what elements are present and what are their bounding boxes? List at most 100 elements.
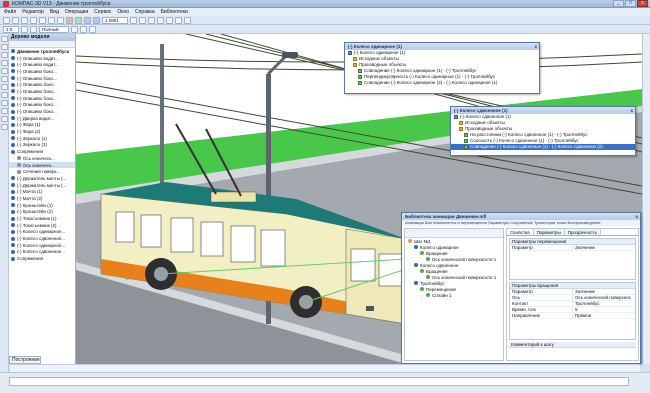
model-tree-item[interactable]: (-) Зеркало (2)	[9, 142, 75, 149]
tab-transparency[interactable]: Прозрачность	[564, 229, 601, 235]
tree-node-icon	[414, 263, 418, 267]
animation-tree-item[interactable]: Сплайн 1	[405, 292, 503, 298]
model-tree-item-label: Ось коническ...	[23, 155, 55, 161]
model-tree-item[interactable]: (-) Держатель мачты (...	[9, 182, 75, 189]
print-icon[interactable]	[30, 16, 37, 24]
tool-measure-icon[interactable]	[0, 52, 8, 58]
copy-icon[interactable]	[48, 16, 55, 24]
rotate-icon[interactable]	[130, 16, 137, 24]
menu-operations[interactable]: Операции	[65, 9, 88, 15]
redo-icon[interactable]	[75, 16, 82, 24]
tool-cable-icon[interactable]	[0, 124, 8, 130]
menu-help[interactable]: Справка	[135, 9, 155, 15]
menu-view[interactable]: Вид	[50, 9, 59, 15]
model-tree-item[interactable]: (-) Фара (2)	[9, 128, 75, 135]
tool-surface-icon[interactable]	[0, 100, 8, 106]
undo-icon[interactable]	[66, 16, 73, 24]
model-tree-item[interactable]: (-) Дверка водит...	[9, 115, 75, 122]
close-icon[interactable]: x	[635, 213, 638, 220]
model-tree-item[interactable]: (-) Токосъемник (2)	[9, 222, 75, 229]
menu-service[interactable]: Сервис	[94, 9, 111, 15]
model-tree-item[interactable]: (-) Опишиво боко...	[9, 108, 75, 115]
model-tree-item[interactable]: (-) Колесо одинарное...	[9, 229, 75, 236]
tool-spec-icon[interactable]	[0, 68, 8, 74]
model-tree-item[interactable]: Ось коническ...	[9, 155, 75, 162]
save-icon[interactable]	[21, 16, 28, 24]
model-tree-item[interactable]: (-) Кронштейн (2)	[9, 209, 75, 216]
filter-icon[interactable]	[184, 16, 191, 24]
model-tree-item[interactable]: (-) Опишиво водит...	[9, 61, 75, 68]
component-icon	[11, 209, 15, 214]
model-tree-item[interactable]: (-) Опишиво водит...	[9, 55, 75, 62]
filter-select-icon[interactable]	[80, 25, 87, 33]
scale-combo[interactable]: 1:0	[3, 25, 19, 33]
tool-macro-icon[interactable]	[0, 92, 8, 98]
zoom-field[interactable]: 1.0801	[102, 16, 128, 24]
tool-mates-icon[interactable]	[0, 60, 8, 66]
zoom-in-icon[interactable]	[84, 16, 91, 24]
tab-construction[interactable]: Построение	[9, 356, 41, 364]
tool-geometry-icon[interactable]	[0, 36, 8, 42]
model-tree-item[interactable]: (-) Мачта (1)	[9, 188, 75, 195]
model-tree-item[interactable]: (-) Опишиво боко...	[9, 95, 75, 102]
menu-window[interactable]: Окно	[117, 9, 129, 15]
menu-editor[interactable]: Редактор	[22, 9, 44, 15]
orient-icon[interactable]	[148, 16, 155, 24]
cut-icon[interactable]	[39, 16, 46, 24]
tool-filter-icon[interactable]	[0, 84, 8, 90]
model-tree-item[interactable]: (-) Колесо сдвоенное...	[9, 235, 75, 242]
mate-icon	[358, 81, 362, 85]
close-icon[interactable]: x	[534, 43, 537, 50]
menu-libraries[interactable]: Библиотеки	[161, 9, 188, 15]
pan-icon[interactable]	[139, 16, 146, 24]
layer-combo[interactable]: Полный	[39, 25, 69, 33]
model-tree-item[interactable]: (-) Опишиво боко...	[9, 75, 75, 82]
minimize-button[interactable]: _	[613, 0, 624, 7]
model-tree-root[interactable]: Движение троллейбуса	[9, 48, 75, 55]
maximize-button[interactable]: □	[625, 0, 636, 7]
model-tree-item[interactable]: Ось коническ...	[9, 161, 75, 169]
new-icon[interactable]	[3, 16, 10, 24]
model-tree-item[interactable]: (-) Опишиво боко...	[9, 102, 75, 109]
close-icon[interactable]: x	[630, 107, 633, 114]
relation-item[interactable]: Совпадение (-) Колесо сдвоенное (1) - (-…	[451, 144, 635, 150]
viewport-scrollbar[interactable]	[642, 34, 650, 364]
tool-edit-icon[interactable]	[0, 44, 8, 50]
model-tree-item[interactable]: Сопряжения	[9, 148, 75, 155]
model-tree-item[interactable]: Сечение поверх...	[9, 168, 75, 175]
paste-icon[interactable]	[57, 16, 64, 24]
open-icon[interactable]	[12, 16, 19, 24]
model-tree-item[interactable]: (-) Фара (1)	[9, 122, 75, 129]
dropdown-icon[interactable]	[71, 25, 78, 33]
model-tree-item[interactable]: (-) Колесо одинарное...	[9, 242, 75, 249]
tab-parameters[interactable]: Параметры	[533, 229, 565, 235]
model-tree-item[interactable]: Сопряжения	[9, 255, 75, 262]
model-tree-item[interactable]: (-) Держатель мачты (...	[9, 175, 75, 182]
close-button[interactable]: x	[637, 0, 648, 7]
component-icon	[11, 196, 15, 201]
grid-icon[interactable]	[30, 25, 37, 33]
component-icon	[11, 149, 15, 154]
table-row[interactable]: Направление Прямое	[510, 313, 635, 319]
model-tree-item[interactable]: (-) Колесо сдвоенное...	[9, 249, 75, 256]
menu-file[interactable]: Файл	[4, 9, 16, 15]
model-tree-item[interactable]: (-) Мачта (2)	[9, 195, 75, 202]
zoom-out-icon[interactable]	[93, 16, 100, 24]
library-menu[interactable]: Анимация Шаг Компоненты и перемещения Па…	[402, 220, 640, 226]
snap-icon[interactable]	[21, 25, 28, 33]
shade-icon[interactable]	[157, 16, 164, 24]
model-tree-item[interactable]: (-) Опишиво боко...	[9, 88, 75, 95]
tool-sheet-icon[interactable]	[0, 108, 8, 114]
model-tree-item[interactable]: (-) Опишиво боко...	[9, 81, 75, 88]
model-tree-item[interactable]: (-) Токосъемник (1)	[9, 215, 75, 222]
perspective-icon[interactable]	[175, 16, 182, 24]
tool-pipes-icon[interactable]	[0, 116, 8, 122]
tab-properties[interactable]: Свойства	[507, 229, 534, 235]
properties-icon[interactable]	[89, 25, 96, 33]
model-tree-item[interactable]: (-) Кронштейн (1)	[9, 202, 75, 209]
model-tree-item[interactable]: (-) Опишиво боко...	[9, 68, 75, 75]
relation-item[interactable]: Совпадение (-) Колесо одинарное (2) - (-…	[345, 80, 539, 86]
tool-reports-icon[interactable]	[0, 76, 8, 82]
wireframe-icon[interactable]	[166, 16, 173, 24]
model-tree-item[interactable]: (-) Зеркало (1)	[9, 135, 75, 142]
